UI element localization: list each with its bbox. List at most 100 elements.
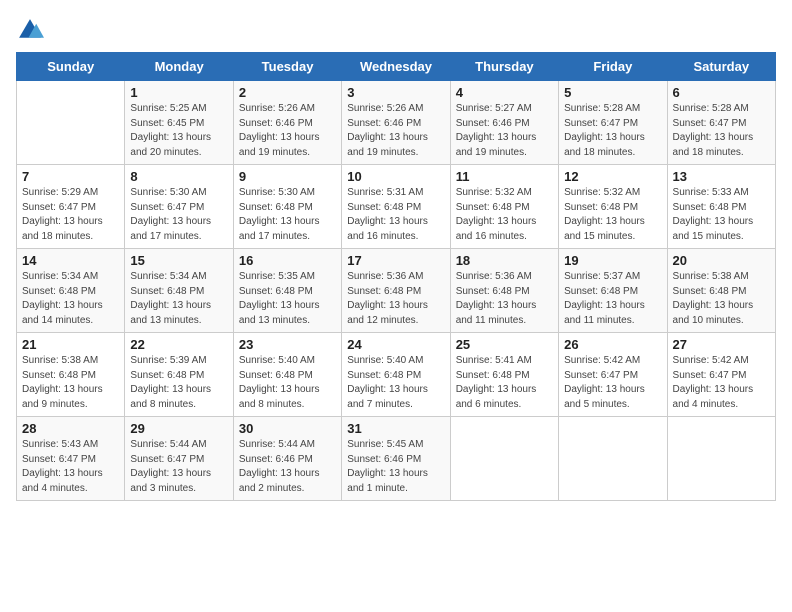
logo-icon [16, 16, 44, 44]
day-number: 13 [673, 169, 770, 184]
calendar-body: 1 Sunrise: 5:25 AMSunset: 6:45 PMDaylight… [17, 81, 776, 501]
logo [16, 16, 48, 44]
day-number: 16 [239, 253, 336, 268]
calendar-cell: 22 Sunrise: 5:39 AMSunset: 6:48 PMDayligh… [125, 333, 233, 417]
weekday-header: Monday [125, 53, 233, 81]
day-number: 14 [22, 253, 119, 268]
day-info: Sunrise: 5:26 AMSunset: 6:46 PMDaylight:… [347, 102, 444, 160]
day-number: 9 [239, 169, 336, 184]
day-info: Sunrise: 5:41 AMSunset: 6:48 PMDaylight:… [456, 354, 553, 412]
day-info: Sunrise: 5:34 AMSunset: 6:48 PMDaylight:… [130, 270, 227, 328]
day-number: 30 [239, 421, 336, 436]
day-info: Sunrise: 5:31 AMSunset: 6:48 PMDaylight:… [347, 186, 444, 244]
calendar-cell: 11 Sunrise: 5:32 AMSunset: 6:48 PMDayligh… [450, 165, 558, 249]
day-info: Sunrise: 5:25 AMSunset: 6:45 PMDaylight:… [130, 102, 227, 160]
day-number: 22 [130, 337, 227, 352]
day-info: Sunrise: 5:30 AMSunset: 6:48 PMDaylight:… [239, 186, 336, 244]
day-number: 11 [456, 169, 553, 184]
header [16, 16, 776, 44]
calendar-cell: 5 Sunrise: 5:28 AMSunset: 6:47 PMDaylight… [559, 81, 667, 165]
day-number: 31 [347, 421, 444, 436]
calendar-cell: 3Sunrise: 5:26 AMSunset: 6:46 PMDaylight… [342, 81, 450, 165]
calendar-cell: 26 Sunrise: 5:42 AMSunset: 6:47 PMDayligh… [559, 333, 667, 417]
weekday-header: Tuesday [233, 53, 341, 81]
day-info: Sunrise: 5:28 AMSunset: 6:47 PMDaylight:… [564, 102, 661, 160]
day-info: Sunrise: 5:40 AMSunset: 6:48 PMDaylight:… [347, 354, 444, 412]
day-info: Sunrise: 5:34 AMSunset: 6:48 PMDaylight:… [22, 270, 119, 328]
calendar-cell: 30Sunrise: 5:44 AMSunset: 6:46 PMDayligh… [233, 417, 341, 501]
day-number: 27 [673, 337, 770, 352]
weekday-row: SundayMondayTuesdayWednesdayThursdayFrid… [17, 53, 776, 81]
calendar-cell: 19 Sunrise: 5:37 AMSunset: 6:48 PMDayligh… [559, 249, 667, 333]
calendar-week: 7 Sunrise: 5:29 AMSunset: 6:47 PMDaylight… [17, 165, 776, 249]
day-info: Sunrise: 5:44 AMSunset: 6:47 PMDaylight:… [130, 438, 227, 496]
day-info: Sunrise: 5:26 AMSunset: 6:46 PMDaylight:… [239, 102, 336, 160]
day-number: 4 [456, 85, 553, 100]
calendar-cell: 28 Sunrise: 5:43 AMSunset: 6:47 PMDayligh… [17, 417, 125, 501]
calendar-cell: 4Sunrise: 5:27 AMSunset: 6:46 PMDaylight… [450, 81, 558, 165]
calendar-table: SundayMondayTuesdayWednesdayThursdayFrid… [16, 52, 776, 501]
day-info: Sunrise: 5:42 AMSunset: 6:47 PMDaylight:… [564, 354, 661, 412]
calendar-cell: 25 Sunrise: 5:41 AMSunset: 6:48 PMDayligh… [450, 333, 558, 417]
calendar-cell [559, 417, 667, 501]
day-info: Sunrise: 5:36 AMSunset: 6:48 PMDaylight:… [456, 270, 553, 328]
calendar-cell: 21Sunrise: 5:38 AMSunset: 6:48 PMDayligh… [17, 333, 125, 417]
calendar-cell: 7 Sunrise: 5:29 AMSunset: 6:47 PMDaylight… [17, 165, 125, 249]
calendar-cell: 14 Sunrise: 5:34 AMSunset: 6:48 PMDayligh… [17, 249, 125, 333]
day-number: 10 [347, 169, 444, 184]
calendar-cell: 27 Sunrise: 5:42 AMSunset: 6:47 PMDayligh… [667, 333, 775, 417]
calendar-header: SundayMondayTuesdayWednesdayThursdayFrid… [17, 53, 776, 81]
day-number: 8 [130, 169, 227, 184]
day-info: Sunrise: 5:37 AMSunset: 6:48 PMDaylight:… [564, 270, 661, 328]
day-info: Sunrise: 5:28 AMSunset: 6:47 PMDaylight:… [673, 102, 770, 160]
calendar-cell: 13 Sunrise: 5:33 AMSunset: 6:48 PMDayligh… [667, 165, 775, 249]
day-number: 1 [130, 85, 227, 100]
day-number: 28 [22, 421, 119, 436]
calendar-week: 1 Sunrise: 5:25 AMSunset: 6:45 PMDaylight… [17, 81, 776, 165]
day-info: Sunrise: 5:32 AMSunset: 6:48 PMDaylight:… [564, 186, 661, 244]
day-number: 23 [239, 337, 336, 352]
day-info: Sunrise: 5:39 AMSunset: 6:48 PMDaylight:… [130, 354, 227, 412]
calendar-cell [450, 417, 558, 501]
calendar-week: 21Sunrise: 5:38 AMSunset: 6:48 PMDayligh… [17, 333, 776, 417]
day-info: Sunrise: 5:29 AMSunset: 6:47 PMDaylight:… [22, 186, 119, 244]
day-info: Sunrise: 5:38 AMSunset: 6:48 PMDaylight:… [22, 354, 119, 412]
day-number: 15 [130, 253, 227, 268]
day-info: Sunrise: 5:32 AMSunset: 6:48 PMDaylight:… [456, 186, 553, 244]
calendar-week: 14 Sunrise: 5:34 AMSunset: 6:48 PMDayligh… [17, 249, 776, 333]
day-info: Sunrise: 5:33 AMSunset: 6:48 PMDaylight:… [673, 186, 770, 244]
day-info: Sunrise: 5:30 AMSunset: 6:47 PMDaylight:… [130, 186, 227, 244]
calendar-cell: 15 Sunrise: 5:34 AMSunset: 6:48 PMDayligh… [125, 249, 233, 333]
calendar-cell: 2 Sunrise: 5:26 AMSunset: 6:46 PMDaylight… [233, 81, 341, 165]
day-number: 24 [347, 337, 444, 352]
calendar-week: 28 Sunrise: 5:43 AMSunset: 6:47 PMDayligh… [17, 417, 776, 501]
day-number: 26 [564, 337, 661, 352]
day-info: Sunrise: 5:42 AMSunset: 6:47 PMDaylight:… [673, 354, 770, 412]
weekday-header: Wednesday [342, 53, 450, 81]
calendar-cell: 18 Sunrise: 5:36 AMSunset: 6:48 PMDayligh… [450, 249, 558, 333]
day-info: Sunrise: 5:36 AMSunset: 6:48 PMDaylight:… [347, 270, 444, 328]
calendar-cell: 20 Sunrise: 5:38 AMSunset: 6:48 PMDayligh… [667, 249, 775, 333]
day-number: 29 [130, 421, 227, 436]
weekday-header: Saturday [667, 53, 775, 81]
calendar-cell: 6 Sunrise: 5:28 AMSunset: 6:47 PMDaylight… [667, 81, 775, 165]
calendar-cell [667, 417, 775, 501]
day-number: 19 [564, 253, 661, 268]
calendar-cell: 9 Sunrise: 5:30 AMSunset: 6:48 PMDaylight… [233, 165, 341, 249]
day-info: Sunrise: 5:43 AMSunset: 6:47 PMDaylight:… [22, 438, 119, 496]
weekday-header: Sunday [17, 53, 125, 81]
calendar-cell [17, 81, 125, 165]
day-info: Sunrise: 5:45 AMSunset: 6:46 PMDaylight:… [347, 438, 444, 496]
day-number: 7 [22, 169, 119, 184]
day-number: 20 [673, 253, 770, 268]
calendar-cell: 1 Sunrise: 5:25 AMSunset: 6:45 PMDaylight… [125, 81, 233, 165]
day-info: Sunrise: 5:40 AMSunset: 6:48 PMDaylight:… [239, 354, 336, 412]
day-number: 25 [456, 337, 553, 352]
calendar-cell: 23 Sunrise: 5:40 AMSunset: 6:48 PMDayligh… [233, 333, 341, 417]
day-number: 2 [239, 85, 336, 100]
day-info: Sunrise: 5:38 AMSunset: 6:48 PMDaylight:… [673, 270, 770, 328]
day-number: 18 [456, 253, 553, 268]
day-number: 6 [673, 85, 770, 100]
calendar-cell: 10 Sunrise: 5:31 AMSunset: 6:48 PMDayligh… [342, 165, 450, 249]
day-number: 5 [564, 85, 661, 100]
